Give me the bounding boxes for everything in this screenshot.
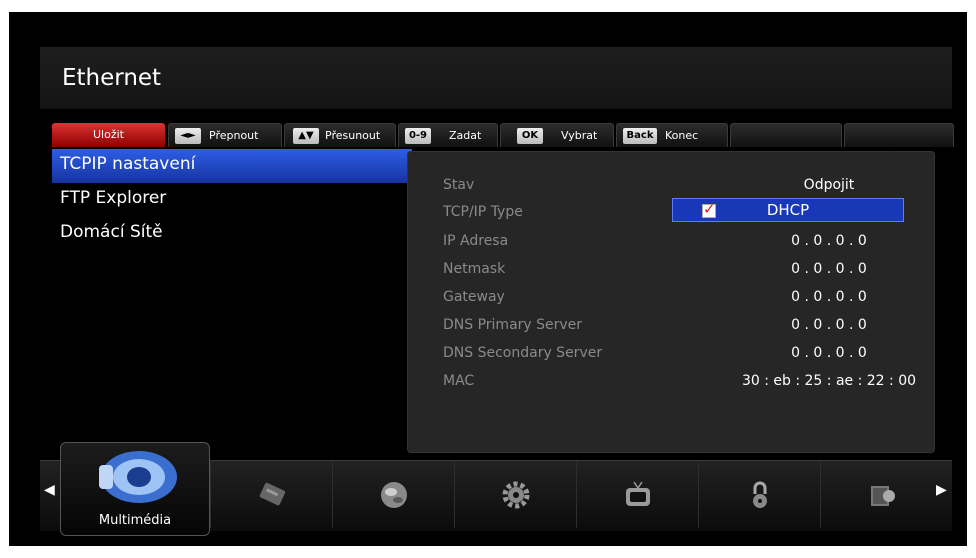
- card-icon: [259, 482, 286, 506]
- dock-item-settings[interactable]: [454, 462, 575, 528]
- page-title: Ethernet: [62, 65, 162, 91]
- row-mac: MAC 30 : eb : 25 : ae : 22 : 00: [443, 367, 923, 395]
- dock-item-book[interactable]: [820, 462, 941, 528]
- row-dns-secondary[interactable]: DNS Secondary Server 0 . 0 . 0 . 0: [443, 339, 923, 367]
- row-label: DNS Secondary Server: [443, 345, 603, 361]
- hint-enter: 0-9 Zadat: [398, 123, 498, 147]
- gear-icon: [502, 481, 530, 509]
- ok-key: OK: [517, 128, 543, 144]
- row-label: Netmask: [443, 261, 506, 277]
- hint-move: ▲▼ Přesunout: [284, 123, 396, 147]
- row-tcpip-type[interactable]: TCP/IP Type DHCP: [443, 198, 923, 226]
- hint-move-label: Přesunout: [325, 129, 381, 142]
- menu-item-label: FTP Explorer: [60, 188, 167, 208]
- row-label: Stav: [443, 177, 475, 193]
- dock-active-label: Multimédia: [98, 513, 172, 528]
- back-key: Back: [623, 128, 657, 144]
- save-button[interactable]: Uložit: [52, 123, 165, 147]
- globe-icon: [381, 482, 407, 508]
- dock-item-multimedia[interactable]: Multimédia: [60, 442, 210, 536]
- bottom-dock: ◀ ▶ Multimédia: [40, 442, 952, 536]
- row-label: TCP/IP Type: [443, 204, 523, 220]
- row-value: 0 . 0 . 0 . 0: [791, 289, 867, 305]
- hint-select-label: Vybrat: [561, 129, 598, 142]
- multimedia-icon: [99, 451, 177, 503]
- row-status[interactable]: Stav Odpojit: [443, 171, 923, 199]
- settings-menu: TCPIP nastavení FTP Explorer Domácí Sítě: [52, 149, 412, 251]
- row-value: Odpojit: [803, 177, 855, 193]
- hint-select: OK Vybrat: [500, 123, 614, 147]
- settings-panel: Stav Odpojit TCP/IP Type DHCP IP Adresa …: [407, 151, 935, 453]
- dock-item-card[interactable]: [210, 462, 331, 528]
- row-label: MAC: [443, 373, 475, 389]
- row-gateway[interactable]: Gateway 0 . 0 . 0 . 0: [443, 283, 923, 311]
- hint-exit-label: Konec: [665, 129, 699, 142]
- tv-icon: [626, 481, 650, 506]
- row-label: Gateway: [443, 289, 505, 305]
- hint-switch-label: Přepnout: [209, 129, 259, 142]
- hint-switch: ◄► Přepnout: [168, 123, 282, 147]
- hint-enter-label: Zadat: [449, 129, 482, 142]
- dock-item-lock[interactable]: [698, 462, 819, 528]
- row-value: 0 . 0 . 0 . 0: [791, 261, 867, 277]
- row-value: 0 . 0 . 0 . 0: [791, 317, 867, 333]
- row-ip[interactable]: IP Adresa 0 . 0 . 0 . 0: [443, 227, 923, 255]
- lock-icon: [753, 481, 767, 508]
- left-right-key: ◄►: [175, 128, 201, 144]
- dhcp-selector[interactable]: DHCP: [672, 198, 904, 222]
- row-value: DHCP: [766, 201, 810, 219]
- hint-empty-2: [844, 123, 954, 147]
- dock-left-arrow-icon[interactable]: ◀: [44, 482, 55, 498]
- row-dns-primary[interactable]: DNS Primary Server 0 . 0 . 0 . 0: [443, 311, 923, 339]
- menu-item-ftp[interactable]: FTP Explorer: [52, 183, 412, 217]
- row-label: DNS Primary Server: [443, 317, 583, 333]
- digit-key: 0-9: [405, 128, 431, 144]
- menu-item-tcpip[interactable]: TCPIP nastavení: [52, 149, 412, 183]
- up-down-key: ▲▼: [293, 128, 319, 144]
- hint-exit: Back Konec: [616, 123, 728, 147]
- dock-item-tv[interactable]: [576, 462, 697, 528]
- row-value: 0 . 0 . 0 . 0: [791, 233, 867, 249]
- row-value: 30 : eb : 25 : ae : 22 : 00: [741, 373, 917, 389]
- key-hint-bar: Uložit ◄► Přepnout ▲▼ Přesunout 0-9 Zada…: [52, 123, 954, 147]
- row-label: IP Adresa: [443, 233, 509, 249]
- menu-item-home-network[interactable]: Domácí Sítě: [52, 217, 412, 251]
- menu-item-label: Domácí Sítě: [60, 222, 163, 242]
- menu-item-label: TCPIP nastavení: [60, 154, 196, 174]
- book-icon: [871, 486, 895, 506]
- title-bar: Ethernet: [40, 47, 952, 109]
- row-value: 0 . 0 . 0 . 0: [791, 345, 867, 361]
- hint-empty-1: [730, 123, 842, 147]
- tv-screen: Ethernet Uložit ◄► Přepnout ▲▼ Přesunout…: [9, 12, 967, 546]
- row-netmask[interactable]: Netmask 0 . 0 . 0 . 0: [443, 255, 923, 283]
- dock-item-globe[interactable]: [332, 462, 453, 528]
